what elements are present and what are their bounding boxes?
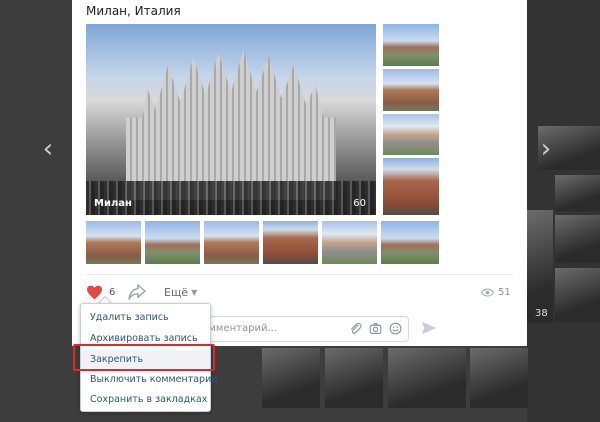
comment-tools [349, 322, 402, 335]
thumbnail-photo[interactable] [263, 221, 318, 264]
thumbnail-photo[interactable] [381, 221, 439, 264]
emoji-icon[interactable] [389, 322, 402, 335]
send-icon[interactable] [421, 320, 437, 336]
thumbnail-photo[interactable] [322, 221, 377, 264]
post-location: Милан, Италия [86, 4, 181, 18]
thumbnail-photo[interactable] [204, 221, 259, 264]
chevron-down-icon: ▼ [191, 287, 198, 297]
more-button[interactable]: Ещё ▼ [164, 283, 197, 301]
side-photo[interactable] [383, 24, 439, 66]
background-photo [555, 268, 600, 322]
menu-item-delete[interactable]: Удалить запись [81, 308, 210, 328]
like-count: 6 [109, 286, 116, 298]
more-label: Ещё [164, 285, 189, 299]
background-photo [555, 175, 600, 211]
views-counter: 51 [481, 283, 511, 301]
cathedral-image [126, 50, 336, 200]
eye-icon [481, 287, 494, 297]
menu-item-disable-comments[interactable]: Выключить комментарии [81, 370, 217, 390]
side-photo[interactable] [383, 69, 439, 111]
background-photo [555, 215, 600, 263]
thumbnail-photo[interactable] [86, 221, 141, 264]
background-photo [262, 348, 320, 408]
share-icon [128, 284, 146, 300]
post-actions-menu: Удалить запись Архивировать запись Закре… [80, 303, 217, 412]
photo-album-title: Милан [94, 198, 132, 209]
side-photo[interactable] [383, 114, 439, 155]
photo-album-count: 60 [353, 198, 366, 209]
heart-icon [87, 285, 102, 299]
menu-item-pin[interactable]: Закрепить [81, 350, 210, 370]
side-photo[interactable] [383, 158, 439, 215]
menu-item-archive[interactable]: Архивировать запись [81, 329, 210, 349]
camera-icon[interactable] [369, 322, 382, 335]
background-photo [470, 348, 528, 408]
divider [86, 274, 513, 275]
share-button[interactable] [128, 283, 146, 301]
thumbnail-photo[interactable] [145, 221, 200, 264]
attach-icon[interactable] [349, 322, 362, 335]
main-photo[interactable]: Милан 60 [86, 24, 376, 215]
background-photo [388, 348, 466, 408]
arrow-left-icon[interactable]: ‹ [38, 136, 58, 162]
views-count: 51 [498, 286, 511, 298]
arrow-right-icon[interactable]: › [536, 136, 556, 162]
background-photo [325, 348, 383, 408]
background-count: 38 [535, 308, 548, 319]
post-card: Милан, Италия Милан 60 6 Ещё ▼ 51 [72, 0, 527, 346]
background-photo: 38 [527, 210, 553, 323]
menu-item-bookmark[interactable]: Сохранить в закладках [81, 390, 210, 410]
